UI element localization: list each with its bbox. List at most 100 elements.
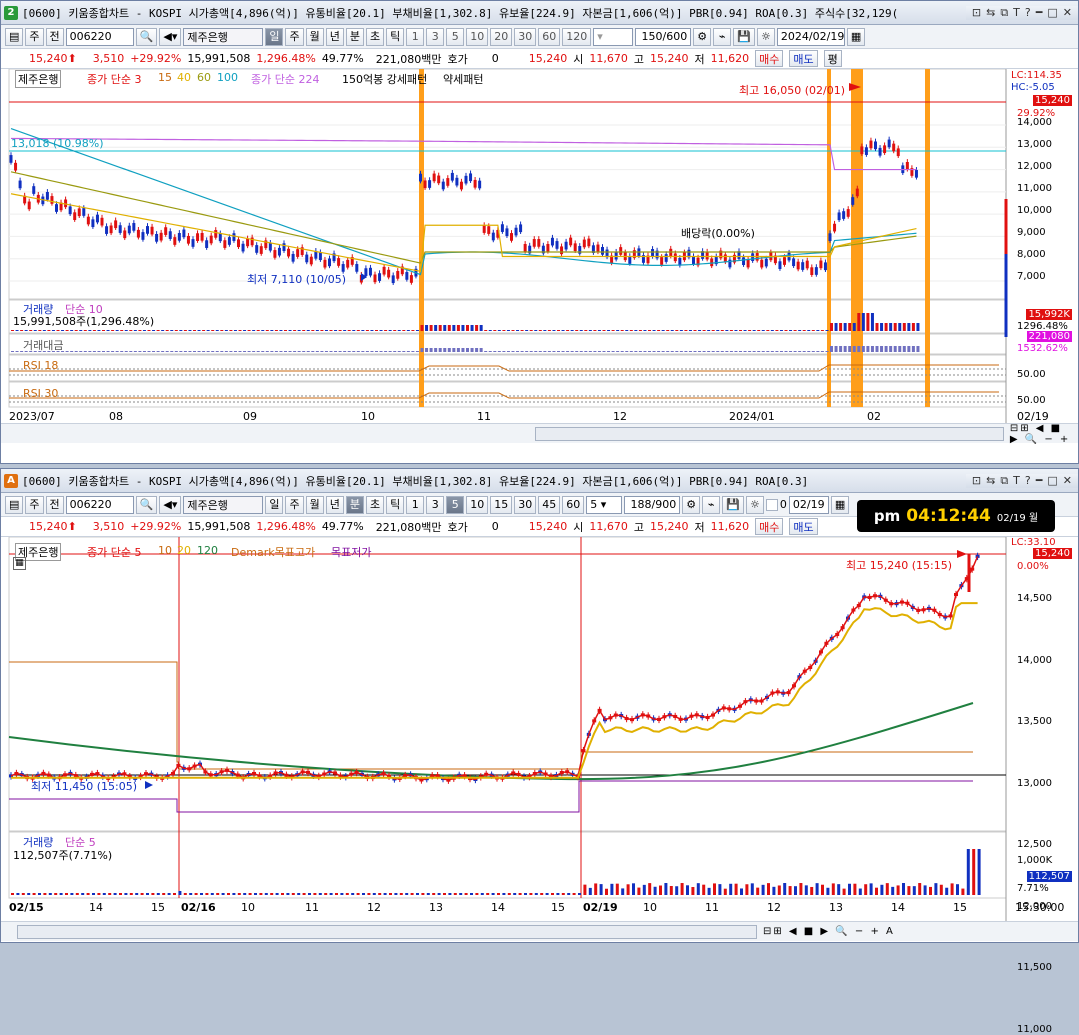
interval-3[interactable]: 3 [426,27,445,46]
period-tick[interactable]: 틱 [386,27,405,46]
interval-60[interactable]: 60 [538,27,561,46]
interval-15[interactable]: 15 [490,495,513,514]
period-minute[interactable]: 분 [345,27,364,46]
period-day[interactable]: 일 [265,27,284,46]
maximize-icon[interactable]: □ [1047,474,1057,488]
settings-icon[interactable]: ☼ [745,495,764,514]
settings-icon[interactable]: ☼ [756,27,775,46]
period-month[interactable]: 월 [305,27,324,46]
save-icon[interactable]: 💾 [733,27,755,46]
date-input[interactable]: 02/19 [788,495,829,514]
minimize-icon[interactable]: ━ [1036,6,1043,20]
candle-body [860,146,864,155]
speaker-icon[interactable]: ◀▾ [159,27,182,46]
interval-1[interactable]: 1 [406,27,425,46]
interval-60[interactable]: 60 [562,495,585,514]
interval-30[interactable]: 30 [514,27,537,46]
chart-scrollbar[interactable] [17,924,757,939]
interval-custom-input[interactable]: 5 ▾ [586,495,623,514]
save-icon[interactable]: 💾 [722,495,744,514]
amount-bar [784,351,788,352]
restore-icon[interactable]: ⧉ [1000,6,1008,20]
indicator-icon[interactable]: ⌁ [702,495,721,514]
legend-ma-60: 60 [197,71,211,84]
period-minute[interactable]: 분 [345,495,364,514]
font-icon[interactable]: T [1013,474,1020,488]
scope-select[interactable]: 전 [45,27,64,46]
interval-5[interactable]: 5 [446,27,465,46]
speaker-icon[interactable]: ◀▾ [159,495,182,514]
volume-bar [804,885,808,895]
daily-chart-area[interactable]: 제주은행 종가 단순 3 15 40 60 100 종가 단순 224 150억… [1,69,1078,423]
period-second[interactable]: 초 [365,27,385,46]
market-select[interactable]: 주 [25,495,44,514]
buy-button[interactable]: 매수 [755,518,784,535]
interval-custom-input[interactable]: ▾ [593,27,634,46]
sell-button[interactable]: 매도 [789,518,818,535]
link-icon[interactable]: ⇆ [986,474,995,488]
search-icon[interactable]: 🔍 [135,27,158,46]
indicator-icon[interactable]: ⌁ [713,27,732,46]
market-select[interactable]: 주 [25,27,44,46]
close-icon[interactable]: ✕ [1063,474,1072,488]
interval-30[interactable]: 30 [514,495,537,514]
lock-icon[interactable]: ⊡ [972,6,981,20]
stock-code-input[interactable]: 006220 [65,495,134,514]
search-icon[interactable]: 🔍 [135,495,158,514]
interval-45[interactable]: 45 [538,495,561,514]
font-icon[interactable]: T [1013,6,1020,20]
amount-bar [811,351,815,352]
minimize-icon[interactable]: ━ [1036,474,1043,488]
avg-button[interactable]: 평 [823,50,842,67]
sell-button[interactable]: 매도 [789,50,818,67]
stock-name-field[interactable]: 제주은행 [183,495,264,514]
minute-chart-area[interactable]: 제주은행 종가 단순 5 10 20 120 Demark목표고가 목표저가 ▦… [1,537,1078,1035]
interval-1[interactable]: 1 [406,495,425,514]
buy-button[interactable]: 매수 [755,50,784,67]
link-icon[interactable]: ⇆ [986,6,995,20]
interval-120[interactable]: 120 [562,27,592,46]
menu-icon[interactable]: ▤ [5,27,24,46]
title-bar[interactable]: A [0600] 키움종합차트 - KOSPI 시가총액[4,896(억)] 유… [1,469,1078,493]
date-input[interactable]: 2024/02/19 [776,27,845,46]
chart-tools-icon[interactable]: ⚙ [693,27,712,46]
data-count-field[interactable]: 188/900 [624,495,681,514]
title-bar[interactable]: 2 [0600] 키움종합차트 - KOSPI 시가총액[4,896(억)] 유… [1,1,1078,25]
help-icon[interactable]: ? [1025,6,1031,20]
period-second[interactable]: 초 [365,495,385,514]
volume-bar [173,893,176,895]
scope-select[interactable]: 전 [45,495,64,514]
close-icon[interactable]: ✕ [1063,6,1072,20]
zoom-tools[interactable]: ⊟⊞ ◀ ■ ▶ 🔍 − + [1010,423,1074,445]
interval-5[interactable]: 5 [446,495,465,514]
interval-10[interactable]: 10 [466,27,489,46]
data-count-field[interactable]: 150/600 [635,27,692,46]
period-tick[interactable]: 틱 [386,495,405,514]
calendar-icon[interactable]: ▦ [830,495,850,514]
interval-20[interactable]: 20 [490,27,513,46]
period-month[interactable]: 월 [305,495,324,514]
checkbox[interactable] [765,498,778,511]
calendar-icon[interactable]: ▦ [846,27,866,46]
period-week[interactable]: 주 [285,27,304,46]
restore-icon[interactable]: ⧉ [1000,474,1008,488]
period-year[interactable]: 년 [325,495,344,514]
candle-body [328,258,331,267]
help-icon[interactable]: ? [1025,474,1031,488]
period-week[interactable]: 주 [285,495,304,514]
chart-scrollbar[interactable] [535,426,1004,441]
period-day[interactable]: 일 [265,495,284,514]
interval-10[interactable]: 10 [466,495,489,514]
interval-3[interactable]: 3 [426,495,445,514]
grid-icon[interactable]: ▦ [13,557,26,570]
maximize-icon[interactable]: □ [1047,6,1057,20]
stock-code-input[interactable]: 006220 [65,27,134,46]
lock-icon[interactable]: ⊡ [972,474,981,488]
period-year[interactable]: 년 [325,27,344,46]
volume-bar [898,323,902,331]
chart-tools-icon[interactable]: ⚙ [682,495,701,514]
candle-body [355,264,359,272]
menu-icon[interactable]: ▤ [5,495,24,514]
stock-name-field[interactable]: 제주은행 [183,27,264,46]
zoom-tools[interactable]: ⊟⊞ ◀ ■ ▶ 🔍 − + A [763,926,895,937]
